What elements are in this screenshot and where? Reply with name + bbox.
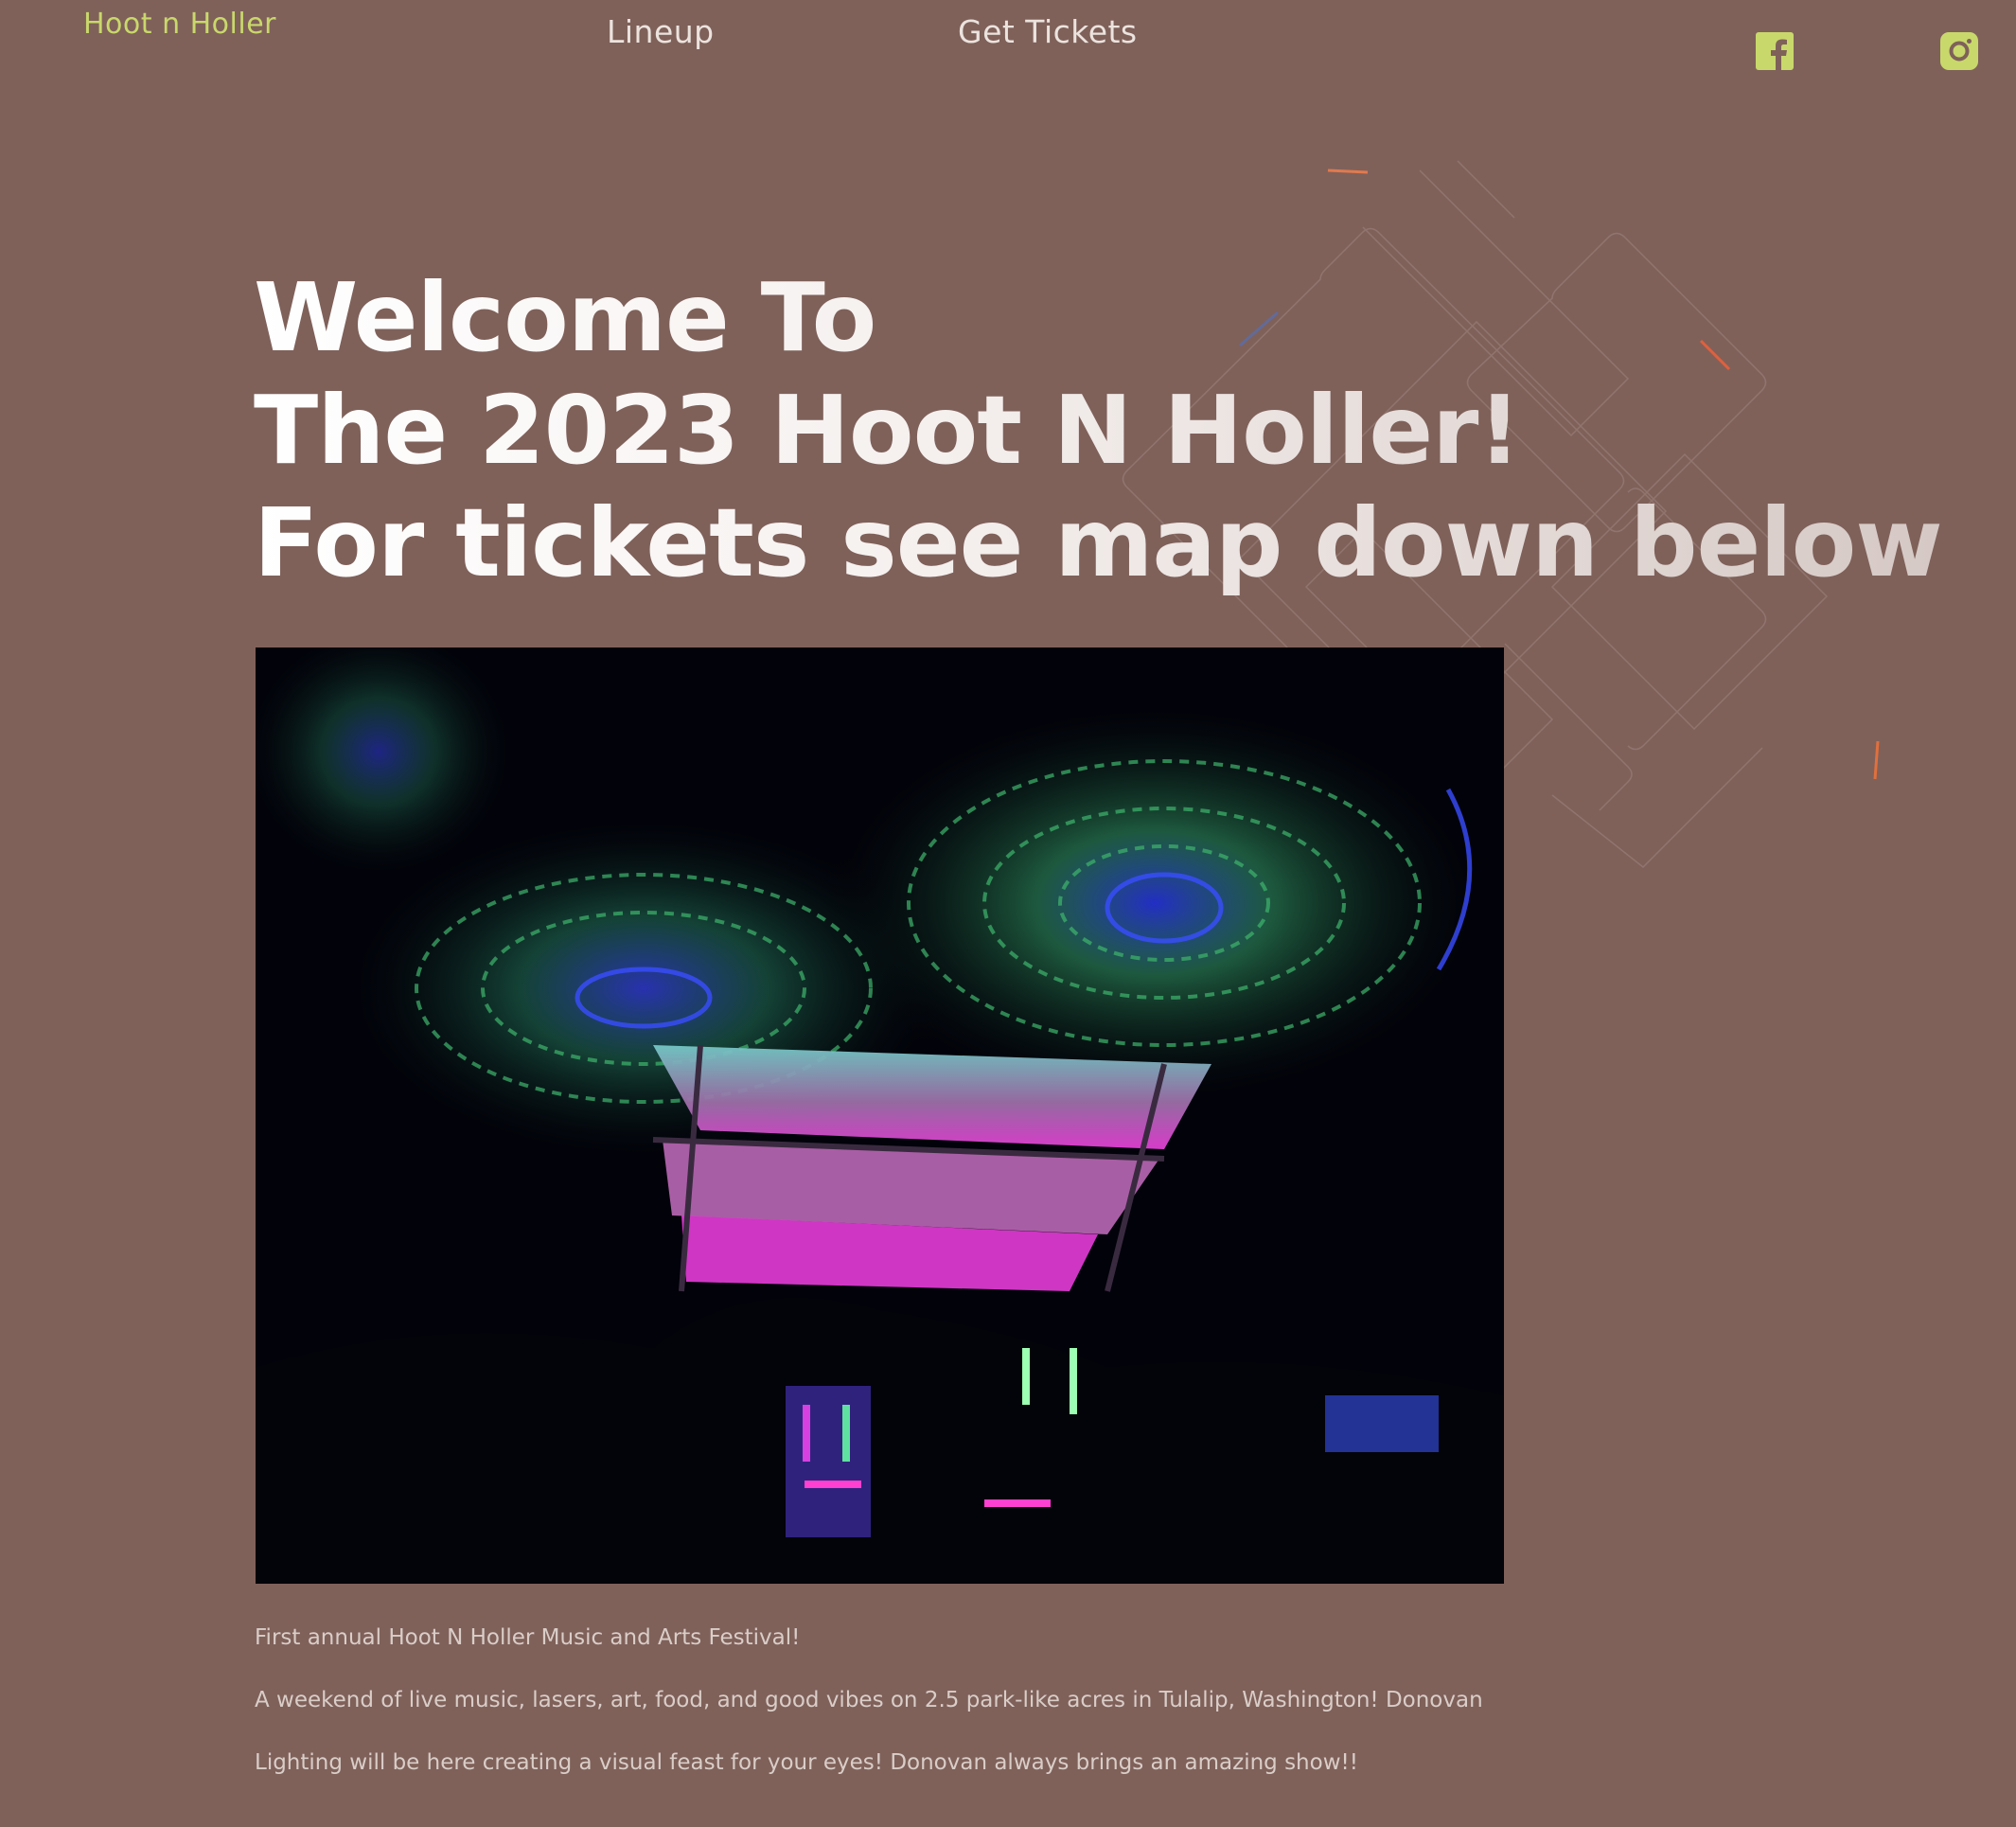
- description-line-2: Lighting will be here creating a visual …: [255, 1750, 1358, 1775]
- hero-headline: Welcome To The 2023 Hoot N Holler! For t…: [254, 261, 1957, 599]
- hero-image: [256, 647, 1504, 1584]
- headline-line-2: The 2023 Hoot N Holler!: [254, 375, 1521, 486]
- intro-paragraph: First annual Hoot N Holler Music and Art…: [255, 1625, 801, 1650]
- nav-link-lineup[interactable]: Lineup: [607, 13, 715, 50]
- description-line-1: A weekend of live music, lasers, art, fo…: [255, 1688, 1483, 1712]
- nav-link-get-tickets[interactable]: Get Tickets: [958, 13, 1138, 50]
- facebook-icon[interactable]: [1756, 32, 1794, 70]
- instagram-icon[interactable]: [1940, 32, 1978, 70]
- headline-line-1: Welcome To: [254, 262, 876, 373]
- headline-line-3: For tickets see map down below: [254, 488, 1942, 598]
- site-logo[interactable]: Hoot n Holler: [83, 8, 276, 41]
